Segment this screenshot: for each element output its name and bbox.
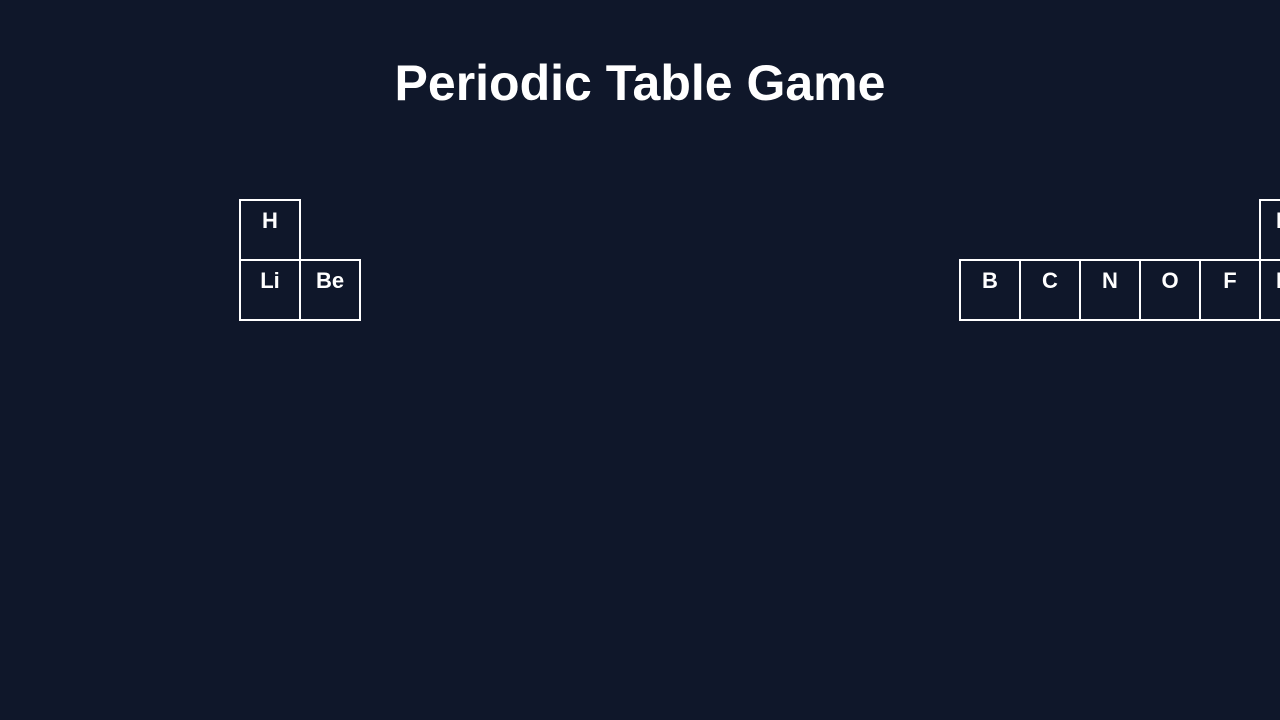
element-cell-c[interactable]: C <box>1019 259 1081 321</box>
element-cell-h[interactable]: H <box>239 199 301 261</box>
element-cell-o[interactable]: O <box>1139 259 1201 321</box>
element-cell-he[interactable]: He <box>1259 199 1280 261</box>
element-cell-b[interactable]: B <box>959 259 1021 321</box>
element-cell-n[interactable]: N <box>1079 259 1141 321</box>
element-cell-ne[interactable]: Ne <box>1259 259 1280 321</box>
periodic-table-board: H He Li Be B C N O F Ne <box>0 0 1280 720</box>
element-cell-f[interactable]: F <box>1199 259 1261 321</box>
element-cell-li[interactable]: Li <box>239 259 301 321</box>
element-cell-be[interactable]: Be <box>299 259 361 321</box>
